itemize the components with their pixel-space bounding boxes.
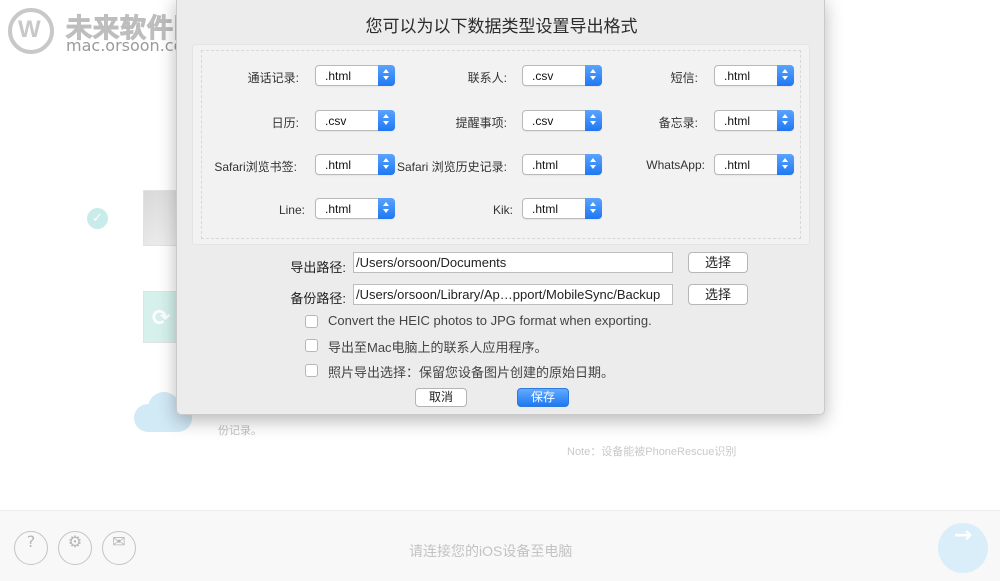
photo-thumbnail: [143, 190, 177, 246]
save-button[interactable]: 保存: [517, 388, 569, 407]
help-button[interactable]: ?: [14, 531, 48, 565]
format-label-line: Line:: [278, 203, 305, 217]
format-select-value: .html: [325, 202, 352, 216]
format-label-notes: 备忘录:: [658, 116, 698, 130]
select-arrows-icon: [777, 110, 794, 131]
format-select-calendar[interactable]: .csv: [315, 110, 395, 131]
bottom-bar: ? ⚙ ✉ 请连接您的iOS设备至电脑 →: [0, 510, 1000, 581]
format-select-whatsapp[interactable]: .html: [714, 154, 794, 175]
format-label-calendar: 日历:: [271, 116, 299, 130]
format-select-value: .html: [724, 114, 751, 128]
next-arrow-button[interactable]: →: [938, 523, 988, 573]
format-label-messages: 短信:: [670, 71, 698, 85]
format-select-safari-history[interactable]: .html: [522, 154, 602, 175]
select-arrows-icon: [777, 154, 794, 175]
format-label-safari-bookmarks: Safari浏览书签:: [214, 160, 297, 174]
format-select-value: .html: [532, 158, 559, 172]
feedback-mail-button[interactable]: ✉: [102, 531, 136, 565]
select-arrows-icon: [378, 154, 395, 175]
export-contacts-checkbox[interactable]: [305, 339, 318, 352]
connect-device-prompt: 请连接您的iOS设备至电脑: [409, 543, 573, 559]
watermark-logo-icon: [8, 8, 54, 54]
backup-path-label: 备份路径:: [290, 291, 346, 306]
format-select-kik[interactable]: .html: [522, 198, 602, 219]
format-select-line[interactable]: .html: [315, 198, 395, 219]
format-label-call-log: 通话记录:: [247, 71, 299, 85]
select-arrows-icon: [378, 65, 395, 86]
dialog-title: 您可以为以下数据类型设置导出格式: [365, 17, 638, 36]
select-arrows-icon: [777, 65, 794, 86]
export-path-field[interactable]: /Users/orsoon/Documents: [353, 252, 673, 273]
format-label-reminders: 提醒事项:: [455, 116, 507, 130]
select-arrows-icon: [378, 198, 395, 219]
select-arrows-icon: [585, 198, 602, 219]
format-select-value: .html: [325, 69, 352, 83]
format-select-value: .csv: [532, 69, 554, 83]
format-select-value: .html: [532, 202, 559, 216]
format-select-value: .html: [724, 69, 751, 83]
export-path-label: 导出路径:: [290, 260, 346, 275]
format-label-contacts: 联系人:: [467, 71, 507, 85]
export-path-choose-button[interactable]: 选择: [688, 252, 748, 273]
format-label-whatsapp: WhatsApp:: [646, 158, 705, 172]
option-label: 导出至Mac电脑上的联系人应用程序。: [328, 340, 548, 355]
option-label: Convert the HEIC photos to JPG format wh…: [328, 313, 652, 328]
format-select-value: .html: [724, 158, 751, 172]
backup-path-field[interactable]: /Users/orsoon/Library/Ap…pport/MobileSyn…: [353, 284, 673, 305]
refresh-icon: ⟳: [152, 306, 171, 331]
device-note: Note：设备能被PhoneRescue识别: [567, 446, 737, 458]
refresh-thumbnail: ⟳: [143, 291, 177, 343]
backup-path-choose-button[interactable]: 选择: [688, 284, 748, 305]
format-select-call-log[interactable]: .html: [315, 65, 395, 86]
export-format-dialog: 您可以为以下数据类型设置导出格式 通话记录: .html 联系人: .csv 短…: [176, 0, 825, 415]
convert-heic-checkbox[interactable]: [305, 315, 318, 328]
format-select-value: .html: [325, 158, 352, 172]
settings-button[interactable]: ⚙: [58, 531, 92, 565]
format-select-notes[interactable]: .html: [714, 110, 794, 131]
check-icon: ✓: [87, 208, 108, 229]
select-arrows-icon: [378, 110, 395, 131]
keep-photo-date-checkbox[interactable]: [305, 364, 318, 377]
format-select-messages[interactable]: .html: [714, 65, 794, 86]
cancel-button[interactable]: 取消: [415, 388, 467, 407]
format-select-value: .csv: [325, 114, 347, 128]
option-label: 照片导出选择：保留您设备图片创建的原始日期。: [328, 365, 615, 380]
backup-description: 份记录。: [218, 425, 262, 437]
format-select-safari-bookmarks[interactable]: .html: [315, 154, 395, 175]
format-label-safari-history: Safari 浏览历史记录:: [397, 160, 508, 174]
format-select-value: .csv: [532, 114, 554, 128]
format-label-kik: Kik:: [492, 203, 513, 217]
